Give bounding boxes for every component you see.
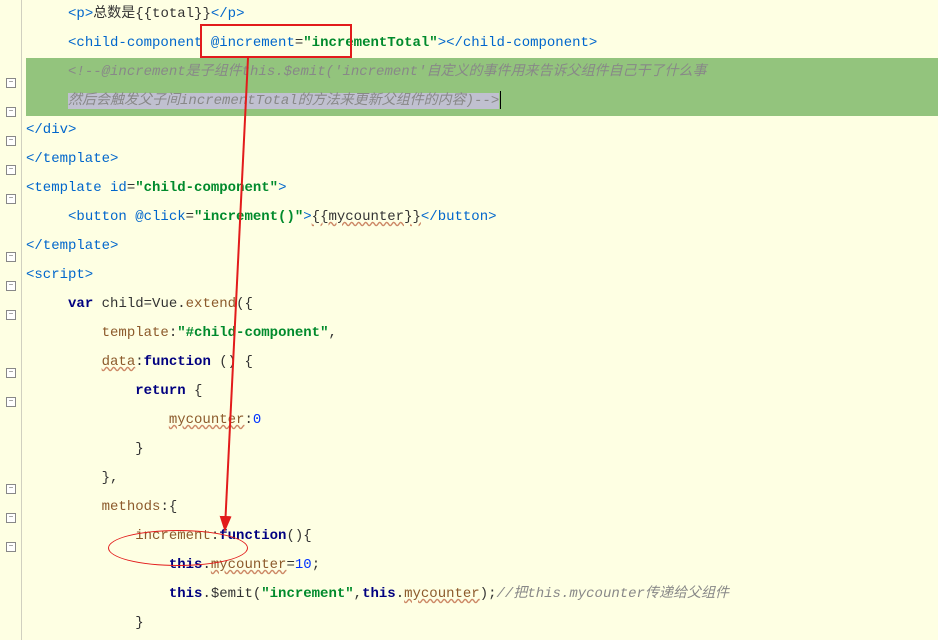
code-line: template:"#child-component", [26, 319, 938, 348]
fold-icon[interactable]: − [6, 397, 16, 407]
code-line: this.mycounter=10; [26, 551, 938, 580]
code-line: var child=Vue.extend({ [26, 290, 938, 319]
fold-icon[interactable]: − [6, 194, 16, 204]
fold-icon[interactable]: − [6, 513, 16, 523]
fold-icon[interactable]: − [6, 165, 16, 175]
code-line: return { [26, 377, 938, 406]
code-line: <p>总数是{{total}}</p> [26, 0, 938, 29]
code-line: <!--@increment是子组件this.$emit('increment'… [26, 58, 938, 87]
code-line: methods:{ [26, 493, 938, 522]
fold-icon[interactable]: − [6, 78, 16, 88]
code-line: <template id="child-component"> [26, 174, 938, 203]
fold-icon[interactable]: − [6, 281, 16, 291]
fold-icon[interactable]: − [6, 107, 16, 117]
code-area[interactable]: <p>总数是{{total}}</p> <child-component @in… [22, 0, 938, 640]
code-line: this.$emit("increment",this.mycounter);/… [26, 580, 938, 609]
code-line: }, [26, 464, 938, 493]
gutter: − − − − − − − − − − − − − [0, 0, 22, 640]
code-line: </div> [26, 116, 938, 145]
fold-icon[interactable]: − [6, 542, 16, 552]
fold-icon[interactable]: − [6, 252, 16, 262]
fold-icon[interactable]: − [6, 484, 16, 494]
fold-icon[interactable]: − [6, 368, 16, 378]
code-line: 然后会触发父子间incrementTotal的方法来更新父组件的内容)--> [26, 87, 938, 116]
caret-icon [500, 91, 501, 109]
code-line: mycounter:0 [26, 406, 938, 435]
fold-icon[interactable]: − [6, 310, 16, 320]
code-line: <script> [26, 261, 938, 290]
code-line: data:function () { [26, 348, 938, 377]
code-line: <button @click="increment()">{{mycounter… [26, 203, 938, 232]
fold-icon[interactable]: − [6, 136, 16, 146]
code-line: } [26, 609, 938, 638]
code-line: </template> [26, 145, 938, 174]
code-line: <child-component @increment="incrementTo… [26, 29, 938, 58]
code-line: increment:function(){ [26, 522, 938, 551]
code-line: </template> [26, 232, 938, 261]
code-line: } [26, 435, 938, 464]
